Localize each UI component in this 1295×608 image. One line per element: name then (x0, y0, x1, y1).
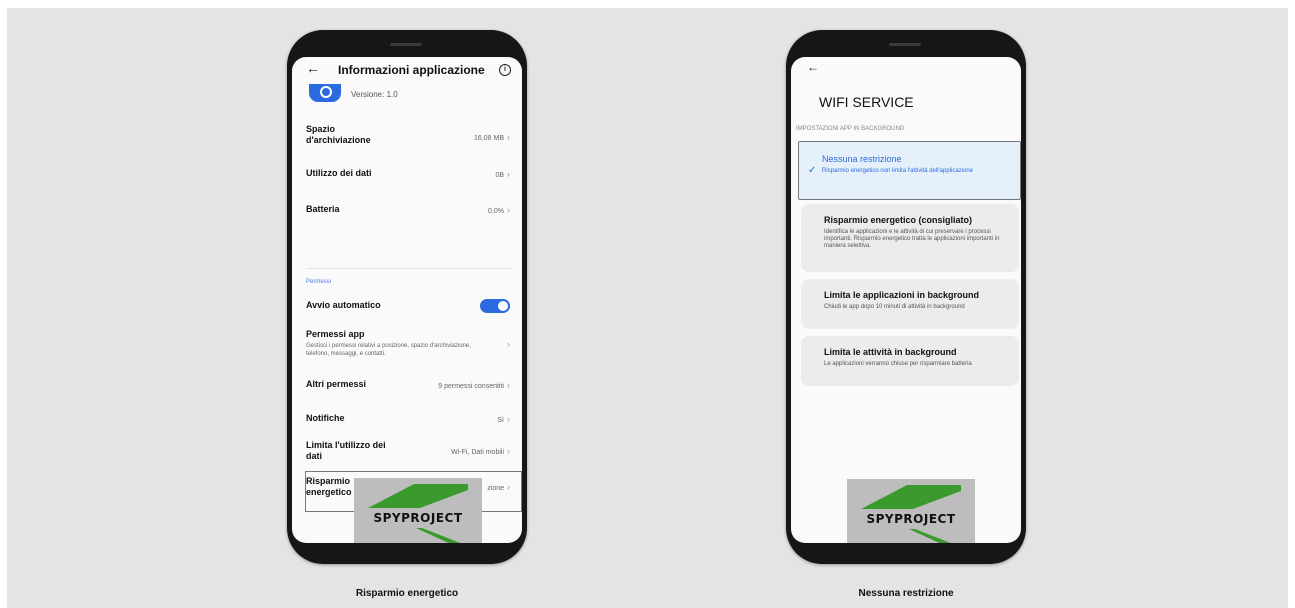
phone-speaker (889, 43, 921, 46)
app-info-header: ← Informazioni applicazione i (292, 57, 522, 83)
row-value: Sì › (497, 414, 510, 424)
app-icon (309, 84, 341, 102)
row-description: Gestisci i permessi relativi a posizione… (306, 343, 471, 357)
app-info-screen: ← Informazioni applicazione i Versione: … (292, 57, 522, 543)
page-title: Informazioni applicazione (338, 63, 485, 77)
logo-graphic (861, 485, 961, 543)
background-panel (7, 8, 1288, 608)
option-description: Identifica le applicazioni e le attività… (824, 229, 1000, 249)
section-divider (306, 268, 512, 269)
caption-battery-saver: Risparmio energetico (355, 588, 459, 599)
row-other-permissions[interactable]: Altri permessi 9 permessi consentiti › (306, 379, 512, 393)
spyproject-logo: SPYPROJECT (354, 478, 482, 543)
row-label: Spazio d'archiviazione (306, 124, 371, 145)
row-notifications[interactable]: Notifiche Sì › (306, 413, 512, 427)
permissions-section-label: Permessi (306, 279, 332, 285)
chevron-right-icon: › (507, 446, 510, 456)
option-no-restriction[interactable]: ✓ Nessuna restrizione Risparmio energeti… (798, 141, 1021, 200)
row-autostart[interactable]: Avvio automatico (306, 299, 512, 314)
row-data-limit[interactable]: Limita l'utilizzo dei dati Wi-Fi, Dati m… (306, 440, 512, 464)
chevron-right-icon: › (507, 205, 510, 215)
row-label: Limita l'utilizzo dei dati (306, 440, 386, 461)
spyproject-logo: SPYPROJECT (847, 479, 975, 543)
chevron-right-icon: › (507, 169, 510, 179)
section-label: IMPOSTAZIONI APP IN BACKGROUND (796, 126, 905, 132)
row-label: Avvio automatico (306, 300, 381, 310)
row-label: Permessi app (306, 329, 365, 339)
option-title: Nessuna restrizione (822, 154, 902, 164)
autostart-toggle[interactable] (480, 299, 510, 313)
option-description: Le applicazioni verranno chiuse per risp… (824, 361, 972, 367)
row-app-permissions[interactable]: Permessi app Gestisci i permessi relativ… (306, 329, 512, 363)
app-version: Versione: 1.0 (351, 90, 398, 99)
logo-text: SPYPROJECT (373, 511, 463, 525)
chevron-right-icon: › (507, 380, 510, 390)
page-title: WIFI SERVICE (819, 94, 914, 110)
row-value: 0,0% › (488, 205, 510, 215)
chevron-right-icon: › (507, 339, 510, 349)
caption-no-restriction: Nessuna restrizione (858, 588, 954, 599)
row-value: 9 permessi consentiti › (438, 380, 510, 390)
row-label: Notifiche (306, 413, 345, 423)
row-label: Batteria (306, 204, 340, 214)
background-settings-screen: ← WIFI SERVICE IMPOSTAZIONI APP IN BACKG… (791, 57, 1021, 543)
phone-speaker (390, 43, 422, 46)
toggle-knob (498, 301, 508, 311)
row-storage[interactable]: Spazio d'archiviazione 16,08 MB › (306, 124, 512, 148)
option-description: Risparmio energetico non limita l'attivi… (822, 168, 974, 174)
option-description: Chiudi le app dopo 10 minuti di attività… (824, 304, 965, 310)
gear-icon (320, 86, 332, 98)
option-limit-background-activity[interactable]: Limita le attività in background Le appl… (801, 336, 1019, 386)
row-battery[interactable]: Batteria 0,0% › (306, 204, 512, 218)
arrow-left-icon[interactable]: ← (807, 60, 819, 74)
row-label: Altri permessi (306, 379, 367, 389)
option-title: Limita le applicazioni in background (824, 290, 980, 300)
row-label: Utilizzo dei dati (306, 168, 372, 178)
logo-text: SPYPROJECT (866, 512, 956, 526)
option-limit-background-apps[interactable]: Limita le applicazioni in background Chi… (801, 279, 1019, 329)
chevron-right-icon: › (507, 414, 510, 424)
option-battery-saver[interactable]: Risparmio energetico (consigliato) Ident… (801, 204, 1019, 272)
chevron-right-icon: › (507, 132, 510, 142)
phone-background-settings: ← WIFI SERVICE IMPOSTAZIONI APP IN BACKG… (786, 30, 1026, 564)
row-data-usage[interactable]: Utilizzo dei dati 0B › (306, 168, 512, 182)
phone-app-info: ← Informazioni applicazione i Versione: … (287, 30, 527, 564)
row-value: 0B › (495, 169, 510, 179)
checkmark-icon: ✓ (808, 165, 817, 176)
option-title: Risparmio energetico (consigliato) (824, 215, 973, 225)
arrow-left-icon[interactable]: ← (306, 60, 320, 76)
row-value: Wi-Fi, Dati mobili › (451, 446, 510, 456)
info-circle-icon[interactable]: i (499, 64, 511, 76)
option-title: Limita le attività in background (824, 347, 957, 357)
row-value: 16,08 MB › (474, 132, 510, 142)
